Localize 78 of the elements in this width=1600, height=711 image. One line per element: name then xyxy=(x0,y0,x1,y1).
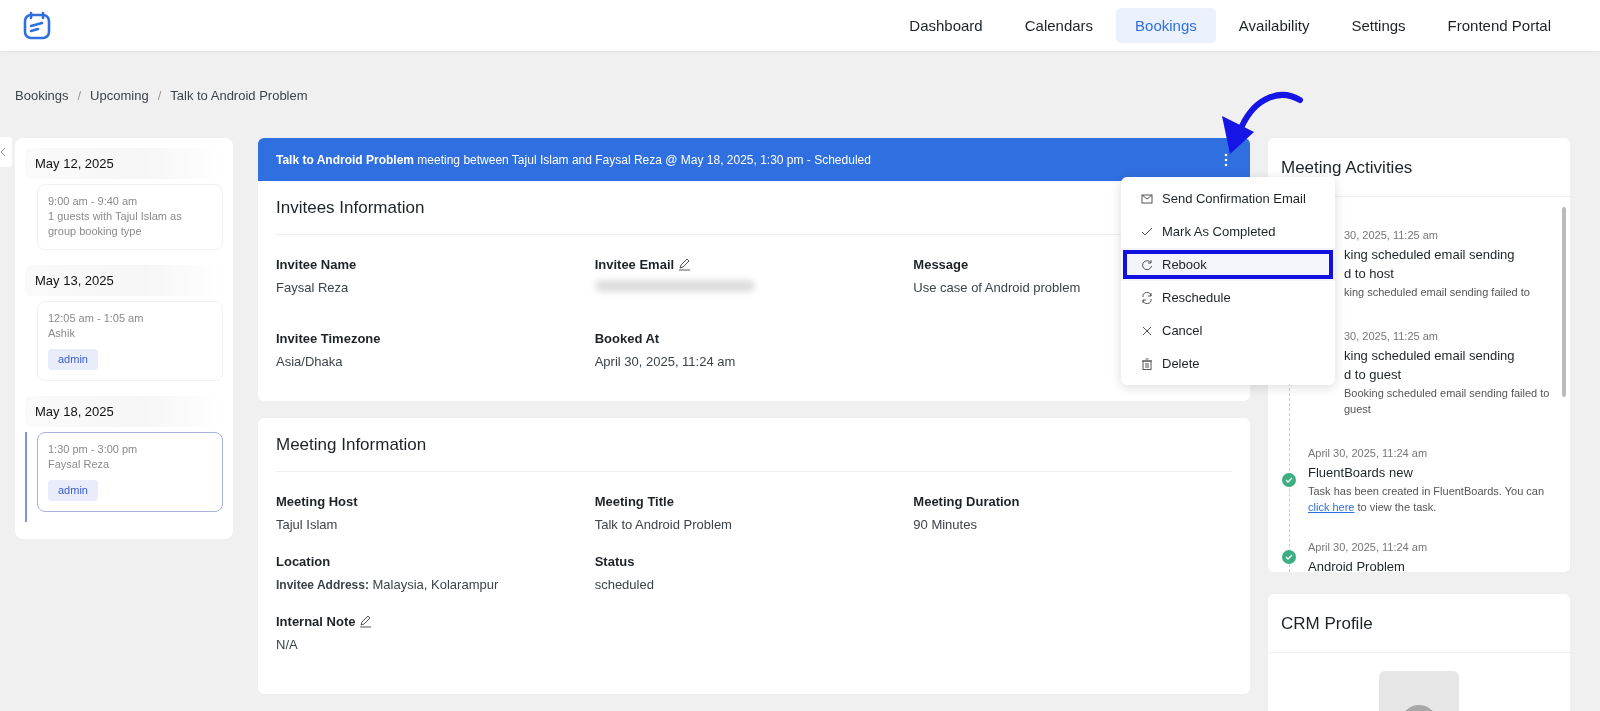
activity-title: king scheduled email sending xyxy=(1344,246,1516,263)
field-label: Meeting Title xyxy=(594,494,674,509)
booking-card[interactable]: 12:05 am - 1:05 am Ashik admin xyxy=(37,301,223,381)
activity-title: d to host xyxy=(1344,265,1395,282)
booking-time: 12:05 am - 1:05 am xyxy=(48,311,145,326)
breadcrumb-separator: / xyxy=(77,88,82,103)
field-label: Booked At xyxy=(594,331,660,346)
panel-title: CRM Profile xyxy=(1268,594,1570,653)
field-value: Talk to Android Problem xyxy=(594,517,733,532)
breadcrumb-item[interactable]: Bookings xyxy=(15,88,69,103)
section-title: Meeting Information xyxy=(276,418,1232,472)
nav-tab[interactable]: Availability xyxy=(1219,8,1329,43)
field-label: Invitee Timezone xyxy=(276,331,381,346)
field-value: scheduled xyxy=(594,577,655,592)
link[interactable]: click here xyxy=(1308,501,1355,513)
field-label: Invitee Name xyxy=(276,257,357,272)
breadcrumb-item[interactable]: Upcoming xyxy=(90,88,149,103)
check-circle-icon xyxy=(1282,550,1296,564)
activity-title: king scheduled email sending xyxy=(1344,347,1516,364)
role-tag: admin xyxy=(48,349,98,370)
field-label: Message xyxy=(913,257,969,272)
refresh-icon xyxy=(1141,258,1153,271)
menu-item[interactable]: Rebook xyxy=(1121,248,1335,281)
activity-description: Task has been created in FluentBoards. You can click here to view the task. xyxy=(1308,484,1546,515)
activity-date: April 30, 2025, 11:24 am xyxy=(1308,446,1429,461)
booking-summary: Talk to Android Problem meeting between Tajul Islam and Faysal Reza @ May 18, 2025, 1:30 pm - Scheduled xyxy=(276,152,871,167)
breadcrumb-item: Talk to Android Problem xyxy=(170,88,308,103)
nav-tab[interactable]: Bookings xyxy=(1116,8,1216,43)
activity-description: Booking scheduled email sending failed to guest xyxy=(1344,386,1551,417)
role-tag: admin xyxy=(48,480,98,501)
trash-icon xyxy=(1141,357,1153,370)
booking-description: Faysal Reza xyxy=(48,457,111,472)
field-value: Tajul Islam xyxy=(276,517,339,532)
field-label: Status xyxy=(594,554,635,569)
field-label: Internal Note xyxy=(276,614,356,629)
activity-description: king scheduled email sending failed to xyxy=(1344,285,1530,300)
field-value: N/A xyxy=(276,637,299,652)
pencil-icon[interactable] xyxy=(678,258,692,271)
field-label: Meeting Host xyxy=(276,494,358,509)
envelope-icon xyxy=(1141,192,1153,205)
scrollbar[interactable] xyxy=(1562,207,1566,397)
booking-card[interactable]: 1:30 pm - 3:00 pm Faysal Reza admin xyxy=(37,432,223,512)
activity-date: 30, 2025, 11:25 am xyxy=(1344,228,1439,243)
pencil-icon[interactable] xyxy=(359,615,373,628)
field-label: Meeting Duration xyxy=(913,494,1020,509)
field-value: Faysal Reza xyxy=(276,280,350,295)
nav-tab[interactable]: Calendars xyxy=(1005,8,1113,43)
breadcrumb-separator: / xyxy=(157,88,162,103)
field-value: Invitee Address: Malaysia, Kolarampur xyxy=(276,577,500,592)
field-value: Asia/Dhaka xyxy=(276,354,344,369)
activity-title: Android Problem xyxy=(1308,558,1406,572)
nav-tab[interactable]: Settings xyxy=(1332,8,1425,43)
close-icon xyxy=(1141,324,1153,337)
menu-item[interactable]: Reschedule xyxy=(1121,281,1335,314)
field-label: Invitee Email xyxy=(594,257,675,272)
booking-description: 1 guests with Tajul Islam as group booking type xyxy=(48,209,183,239)
chevron-left-icon xyxy=(0,147,6,157)
booking-description: Ashik xyxy=(48,326,76,341)
field-value: Use case of Android problem xyxy=(913,280,1082,295)
activity-date: April 30, 2025, 11:24 am xyxy=(1308,540,1428,555)
nav-tab[interactable]: Dashboard xyxy=(890,8,1002,43)
menu-item[interactable]: Cancel xyxy=(1121,314,1335,347)
arrows-cycle-icon xyxy=(1141,291,1153,304)
activity-title: d to guest xyxy=(1344,366,1403,383)
booking-time: 9:00 am - 9:40 am xyxy=(48,194,139,209)
activity-title: FluentBoards new xyxy=(1308,464,1414,481)
booking-card[interactable]: 9:00 am - 9:40 am 1 guests with Tajul Islam as group booking type xyxy=(37,184,223,250)
activity-date: 30, 2025, 11:25 am xyxy=(1344,329,1439,344)
nav-tab[interactable]: Frontend Portal xyxy=(1428,8,1570,43)
checkmark-icon xyxy=(1141,225,1153,238)
calendar-logo-icon xyxy=(22,10,52,41)
field-value: 90 Minutes xyxy=(913,517,978,532)
menu-item[interactable]: Mark As Completed xyxy=(1121,215,1335,248)
booking-time: 1:30 pm - 3:00 pm xyxy=(48,442,139,457)
menu-item[interactable]: Delete xyxy=(1121,347,1335,380)
field-value: April 30, 2025, 11:24 am xyxy=(594,354,737,369)
check-circle-icon xyxy=(1282,473,1296,487)
field-label: Location xyxy=(276,554,331,569)
